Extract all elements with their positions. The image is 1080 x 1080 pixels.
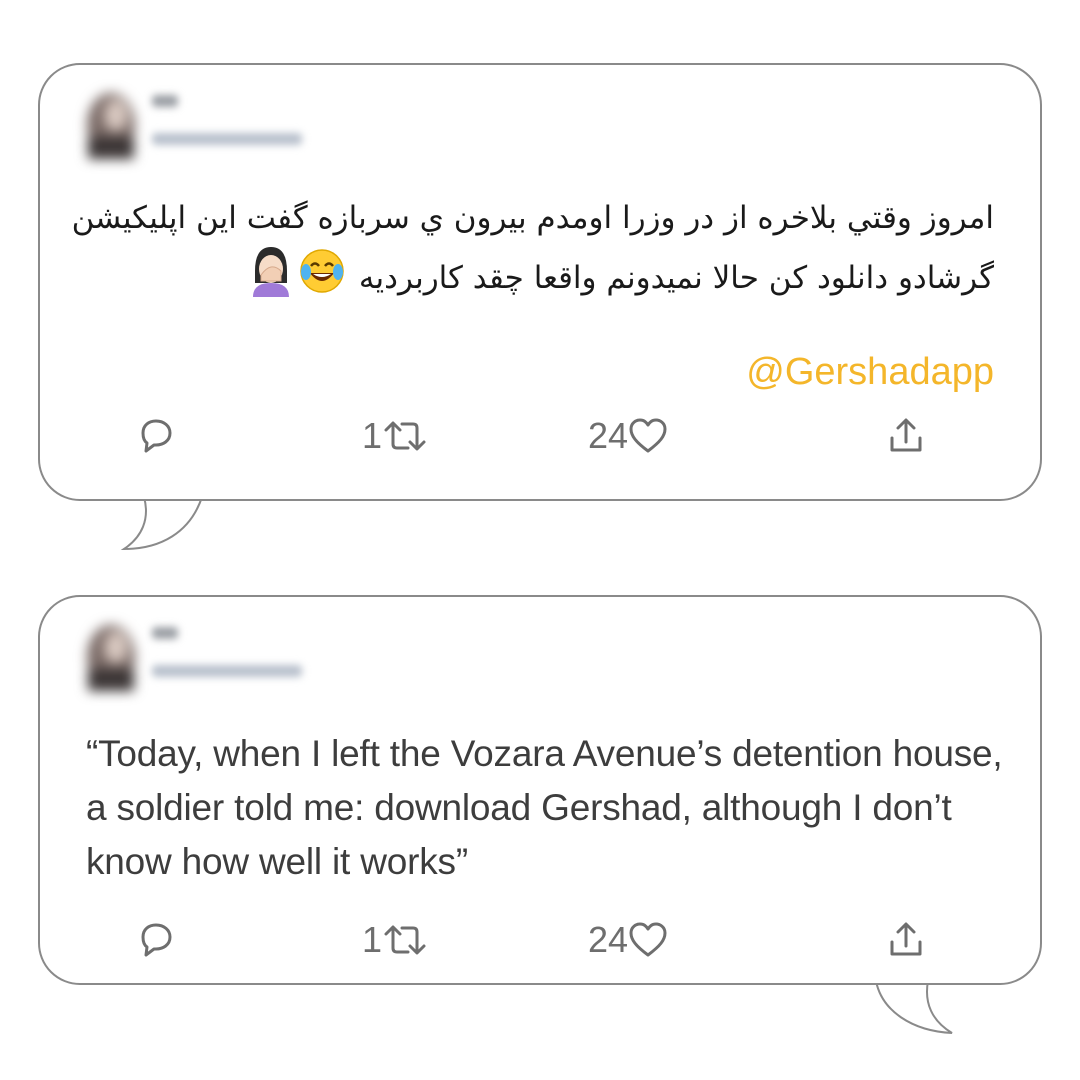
retweet-icon [384, 925, 426, 955]
tweet-text: امروز وقتي بلاخره از در وزرا اومدم بيرون… [64, 191, 994, 314]
heart-icon [629, 418, 667, 453]
like-count: 24 [588, 415, 629, 456]
share-button[interactable] [886, 411, 926, 461]
heart-icon [629, 922, 667, 957]
retweet-count: 1 [362, 919, 383, 960]
reply-button[interactable] [136, 915, 176, 965]
speech-bubble-tail [874, 980, 953, 1034]
retweet-icon [384, 421, 426, 451]
woman-facepalming-icon [247, 245, 295, 314]
share-icon [890, 418, 922, 452]
tweet-translation: “Today, when I left the Vozara Avenue’s … [86, 733, 1003, 882]
like-count: 24 [588, 919, 629, 960]
reply-icon [141, 419, 172, 453]
reply-icon [141, 923, 172, 957]
like-button[interactable]: 24 [588, 411, 668, 461]
share-button[interactable] [886, 915, 926, 965]
tweet-card: امروز وقتي بلاخره از در وزرا اومدم بيرون… [38, 63, 1042, 501]
retweet-button[interactable]: 1 [362, 411, 428, 461]
mention-link[interactable]: @Gershadapp [746, 351, 994, 394]
author-name-blurred [152, 95, 302, 145]
tweet-actions: 1 24 [40, 411, 1040, 461]
retweet-count: 1 [362, 415, 383, 456]
tweet-actions: 1 24 [40, 915, 1040, 965]
share-icon [890, 922, 922, 956]
avatar[interactable] [80, 617, 142, 691]
tweet-card: “Today, when I left the Vozara Avenue’s … [38, 595, 1042, 985]
author-name-blurred [152, 627, 302, 677]
speech-bubble-tail [120, 496, 204, 551]
reply-button[interactable] [136, 411, 176, 461]
like-button[interactable]: 24 [588, 915, 668, 965]
face-with-tears-of-joy-icon [299, 248, 345, 311]
avatar[interactable] [80, 85, 142, 159]
retweet-button[interactable]: 1 [362, 915, 428, 965]
